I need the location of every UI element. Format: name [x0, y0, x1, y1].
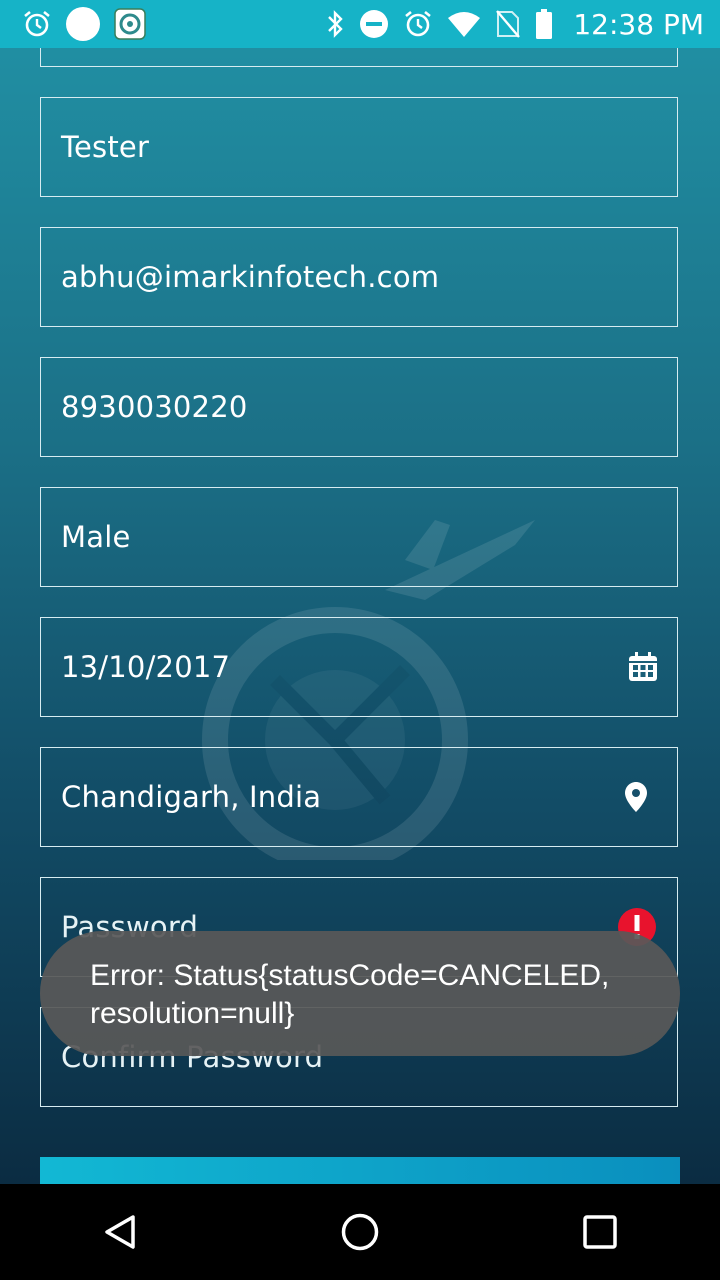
submit-button[interactable]: [40, 1157, 680, 1184]
phone-field[interactable]: 8930030220: [40, 357, 678, 457]
home-icon: [341, 1213, 379, 1251]
recents-button[interactable]: [560, 1192, 640, 1272]
alarm-icon: [405, 10, 432, 37]
designation-field[interactable]: Tester: [40, 97, 678, 197]
error-toast: Error: Status{statusCode=CANCELED, resol…: [40, 931, 680, 1056]
back-icon: [105, 1215, 135, 1249]
status-bar: 12:38 PM: [0, 0, 720, 48]
clock: 12:38 PM: [573, 7, 704, 41]
designation-value: Tester: [61, 130, 150, 164]
date-field[interactable]: 13/10/2017: [40, 617, 678, 717]
date-value: 13/10/2017: [61, 650, 231, 684]
bluetooth-icon: [328, 10, 344, 38]
alarm-icon: [24, 10, 50, 37]
location-field[interactable]: Chandigarh, India: [40, 747, 678, 847]
battery-icon: [536, 9, 553, 39]
circle-notification-icon: [66, 7, 100, 41]
location-value: Chandigarh, India: [61, 780, 322, 814]
no-sim-icon: [496, 10, 521, 38]
recents-icon: [583, 1215, 617, 1249]
navigation-bar: [0, 1184, 720, 1280]
toast-line-1: Error: Status{statusCode=CANCELED,: [90, 959, 610, 992]
gender-field[interactable]: Male: [40, 487, 678, 587]
toast-line-2: resolution=null}: [90, 997, 295, 1030]
calendar-icon[interactable]: [627, 651, 659, 683]
home-button[interactable]: [320, 1192, 400, 1272]
app-notification-icon: [114, 8, 146, 40]
location-pin-icon[interactable]: [625, 782, 647, 812]
email-value: abhu@imarkinfotech.com: [61, 260, 440, 294]
phone-value: 8930030220: [61, 390, 248, 424]
back-button[interactable]: [80, 1192, 160, 1272]
email-field[interactable]: abhu@imarkinfotech.com: [40, 227, 678, 327]
do-not-disturb-icon: [360, 10, 389, 38]
gender-value: Male: [61, 520, 131, 554]
wifi-icon: [448, 12, 481, 37]
